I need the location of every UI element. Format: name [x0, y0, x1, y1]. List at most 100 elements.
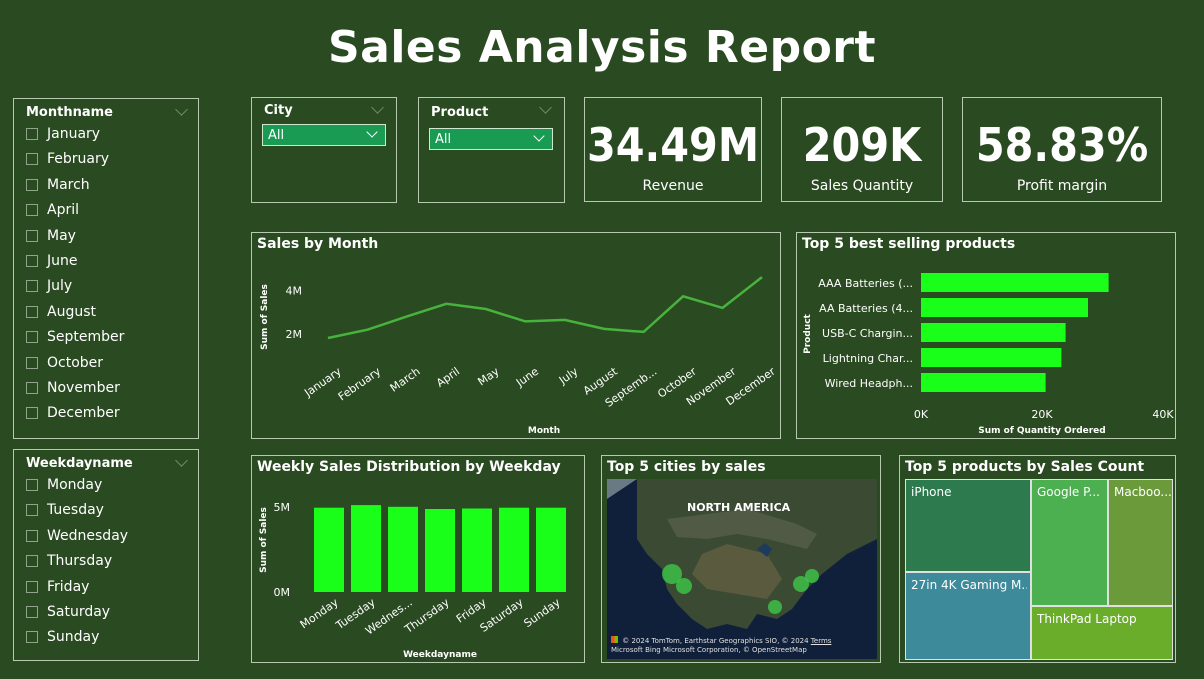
checkbox[interactable]: [26, 479, 38, 491]
slicer-item[interactable]: Friday: [26, 578, 89, 596]
checkbox[interactable]: [26, 331, 38, 344]
slicer-item-label: Sunday: [47, 629, 100, 646]
slicer-item[interactable]: August: [26, 303, 96, 321]
treemap-tile[interactable]: 27in 4K Gaming M...: [905, 572, 1031, 660]
map-canvas[interactable]: NORTH AMERICA © 2024 TomTom, Earthstar G…: [607, 479, 877, 659]
checkbox[interactable]: [26, 382, 38, 394]
city-bubble[interactable]: [676, 578, 692, 594]
weekday-bar[interactable]: [499, 507, 529, 592]
line-chart-svg: 2M4MJanuaryFebruary March April May June July…: [260, 276, 778, 436]
checkbox[interactable]: [26, 204, 38, 217]
chevron-down-icon: [366, 126, 378, 138]
checkbox[interactable]: [26, 305, 38, 318]
sales-line[interactable]: [327, 276, 763, 340]
slicer-item-label: May: [47, 227, 76, 244]
checkbox[interactable]: [26, 356, 38, 369]
checkbox[interactable]: [26, 504, 38, 517]
slicer-item[interactable]: December: [26, 404, 120, 422]
product-bar[interactable]: [921, 348, 1062, 367]
treemap-tile[interactable]: iPhone: [905, 479, 1031, 572]
city-dropdown-value: All: [268, 127, 285, 143]
microsoft-logo-icon: [611, 636, 618, 643]
checkbox[interactable]: [26, 153, 38, 166]
slicer-item[interactable]: Saturday: [26, 603, 110, 621]
slicer-item[interactable]: Tuesday: [26, 501, 104, 519]
city-bubble[interactable]: [805, 569, 819, 583]
product-dropdown[interactable]: All: [429, 128, 553, 150]
checkbox[interactable]: [26, 229, 38, 242]
checkbox[interactable]: [26, 255, 38, 267]
slicer-item[interactable]: June: [26, 252, 78, 270]
product-bar[interactable]: [921, 323, 1066, 342]
weekday-bar[interactable]: [536, 507, 566, 592]
treemap-label: ThinkPad Laptop: [1037, 612, 1137, 626]
x-tick-label: June: [513, 365, 541, 390]
slicer-item-label: February: [47, 151, 110, 168]
slicer-item[interactable]: September: [26, 328, 124, 346]
checkbox[interactable]: [26, 555, 38, 568]
treemap-tile[interactable]: Google P...: [1031, 479, 1108, 606]
x-tick-label: February: [336, 365, 384, 404]
hbar-chart-svg: AAA Batteries (... AA Batteries (4... USB-…: [803, 273, 1174, 436]
slicer-item[interactable]: January: [26, 125, 100, 143]
slicer-item[interactable]: Thursday: [26, 552, 112, 570]
y-tick-label: Wired Headph...: [825, 377, 913, 390]
weekday-bar[interactable]: [462, 508, 492, 593]
slicer-item[interactable]: May: [26, 227, 76, 245]
weekday-bar[interactable]: [425, 509, 455, 592]
product-bar[interactable]: [921, 373, 1046, 392]
product-dropdown-value: All: [435, 131, 452, 147]
chevron-down-icon[interactable]: [539, 101, 552, 114]
checkbox[interactable]: [26, 606, 38, 618]
x-tick-label: 20K: [1031, 408, 1053, 421]
x-axis-title: Sum of Quantity Ordered: [978, 426, 1105, 436]
slicer-item-label: Saturday: [47, 604, 111, 620]
slicer-item[interactable]: October: [26, 354, 103, 372]
checkbox[interactable]: [26, 128, 38, 140]
weekday-bar[interactable]: [388, 506, 418, 592]
city-slicer-title: City: [264, 103, 293, 118]
quantity-card: 209K Sales Quantity: [781, 97, 943, 202]
checkbox[interactable]: [26, 580, 38, 593]
x-tick-label: May: [475, 365, 501, 389]
treemap-tile[interactable]: ThinkPad Laptop: [1031, 606, 1173, 660]
product-bar[interactable]: [921, 298, 1088, 317]
treemap-canvas: iPhone 27in 4K Gaming M... Google P... T…: [905, 479, 1173, 660]
chevron-down-icon[interactable]: [371, 101, 384, 114]
product-bar[interactable]: [921, 273, 1109, 292]
slicer-item[interactable]: Monday: [26, 476, 102, 494]
slicer-item[interactable]: April: [26, 201, 79, 219]
slicer-item[interactable]: July: [26, 277, 72, 295]
slicer-item[interactable]: November: [26, 379, 120, 397]
weekday-bar[interactable]: [314, 507, 344, 592]
margin-value: 58.83%: [975, 118, 1149, 172]
y-tick-label: 5M: [274, 501, 291, 514]
weekday-bar[interactable]: [351, 505, 381, 592]
margin-card: 58.83% Profit margin: [962, 97, 1162, 202]
checkbox[interactable]: [26, 407, 38, 420]
slicer-item-label: Thursday: [47, 553, 113, 570]
chevron-down-icon[interactable]: [175, 103, 188, 116]
slicer-item[interactable]: Sunday: [26, 628, 99, 646]
slicer-item[interactable]: Wednesday: [26, 527, 128, 545]
slicer-item-label: January: [47, 126, 101, 142]
treemap-tile[interactable]: Macboo...: [1108, 479, 1173, 606]
slicer-item-label: Monday: [47, 477, 103, 493]
map-terms-link[interactable]: Terms: [811, 637, 832, 645]
slicer-item-label: July: [47, 278, 73, 295]
chevron-down-icon[interactable]: [175, 454, 188, 467]
treemap-label: iPhone: [911, 485, 952, 499]
revenue-card: 34.49M Revenue: [584, 97, 762, 202]
y-tick-label: AA Batteries (4...: [819, 302, 913, 315]
treemap-label: Google P...: [1037, 485, 1100, 499]
checkbox[interactable]: [26, 178, 38, 191]
city-dropdown[interactable]: All: [262, 124, 386, 146]
checkbox[interactable]: [26, 529, 38, 542]
treemap-label: Macboo...: [1114, 485, 1172, 499]
slicer-item-label: March: [47, 176, 90, 193]
slicer-item[interactable]: February: [26, 150, 109, 168]
checkbox[interactable]: [26, 280, 38, 293]
city-bubble[interactable]: [768, 600, 782, 614]
slicer-item[interactable]: March: [26, 176, 90, 194]
checkbox[interactable]: [26, 631, 38, 644]
